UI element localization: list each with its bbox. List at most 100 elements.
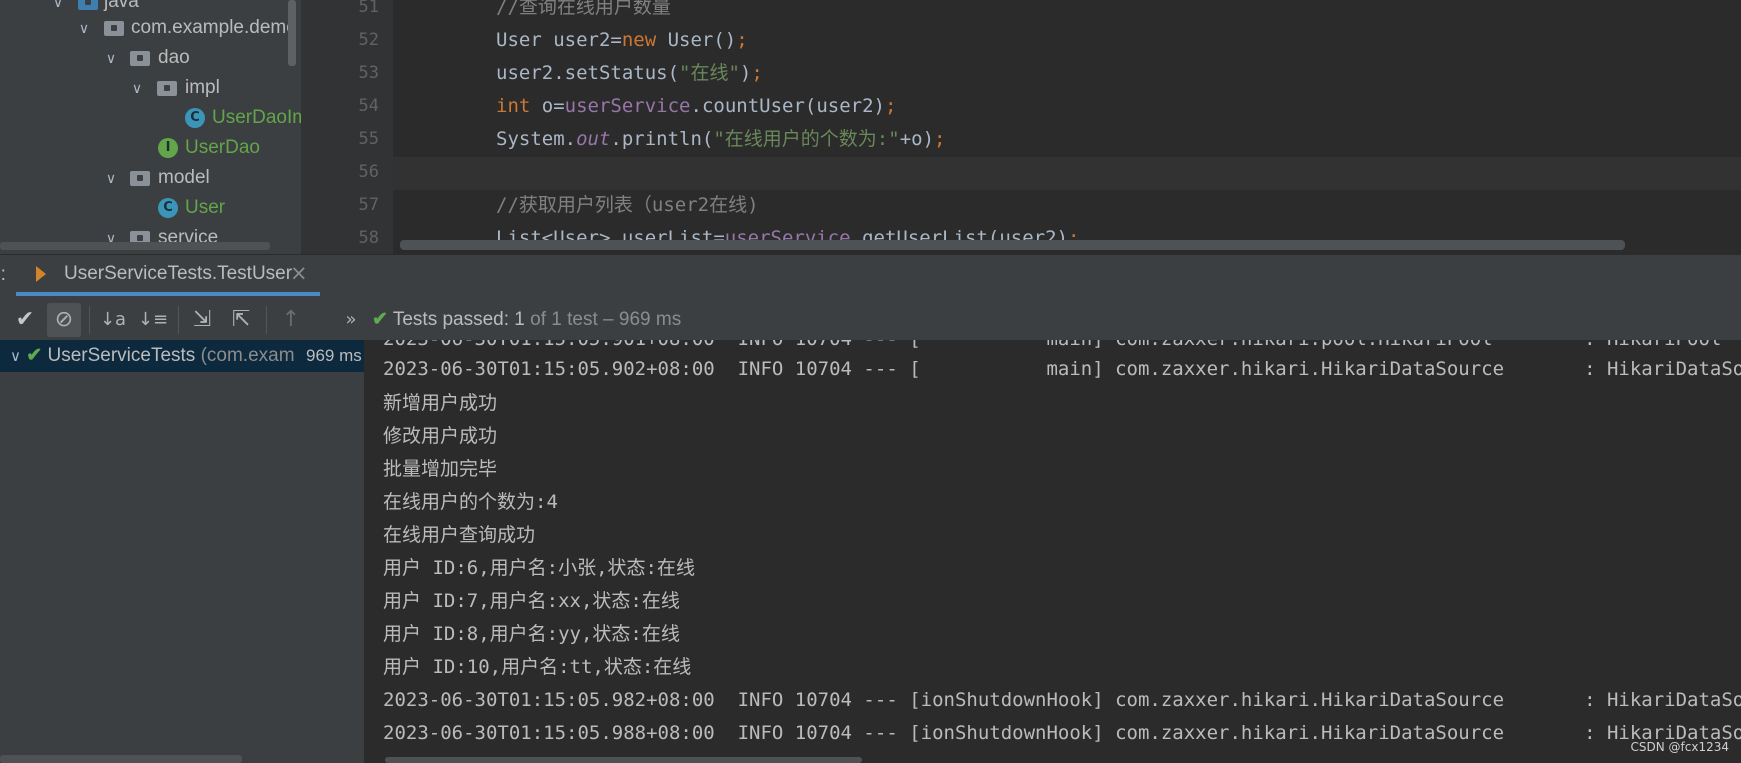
chevron-down-icon[interactable]: ∨ [129,80,145,96]
package-icon [130,171,150,186]
check-icon: ✔ [372,309,388,330]
package-icon [130,51,150,66]
chevron-down-icon[interactable]: ∨ [103,170,119,186]
test-results-tree [0,340,365,763]
toolbar-separator [266,306,267,334]
tree-item-com-example-demo[interactable]: ∨ com.example.demo [0,14,297,42]
code-line[interactable]: User user2=new User(); [496,24,748,57]
tests-status: ✔ Tests passed: 1 of 1 test – 969 ms [372,305,681,335]
console-line: 用户 ID:6,用户名:小张,状态:在线 [383,557,695,579]
chevron-down-icon[interactable]: ∨ [103,50,119,66]
code-text: ) [739,62,752,84]
tree-horizontal-scrollbar[interactable] [0,242,270,250]
line-number: 54 [358,96,379,116]
code-semicolon: ; [934,128,946,150]
collapse-all-icon[interactable]: ⇱ [224,303,258,337]
console-line: 在线用户查询成功 [383,524,536,546]
code-string: "在线用户的个数为:" [713,128,900,150]
code-semicolon: ; [736,29,748,51]
console-line: 用户 ID:8,用户名:yy,状态:在线 [383,623,680,645]
test-class-name: UserServiceTests [47,345,196,366]
code-field: userService [564,95,691,117]
active-tab-indicator [16,292,320,296]
console-line: 用户 ID:7,用户名:xx,状态:在线 [383,590,680,612]
package-icon [104,21,124,36]
code-line[interactable]: user2.setStatus("在线"); [496,57,763,90]
show-passed-icon[interactable]: ✔ [8,303,42,337]
check-icon: ✔ [26,345,43,366]
code-line[interactable]: int o=userService.countUser(user2); [496,90,896,123]
tree-item-userdao[interactable]: I UserDao [0,134,290,162]
tree-item-user[interactable]: C User [0,194,290,222]
console-line: 2023-06-30T01:15:05.901+08:00 INFO 10704… [383,340,1721,354]
chevron-down-icon[interactable]: ∨ [50,0,66,10]
show-ignored-icon[interactable]: ⊘ [47,303,81,337]
class-icon: C [158,198,178,218]
console-line: 2023-06-30T01:15:05.902+08:00 INFO 10704… [383,358,1741,380]
chevron-down-icon[interactable]: ∨ [76,20,92,36]
watermark: CSDN @fcx1234 [1630,740,1730,754]
tree-item-impl[interactable]: ∨ impl [0,74,290,102]
test-runner-toolbar [0,300,1741,340]
previous-failed-test-icon[interactable]: ↑ [274,303,308,337]
console-line: 2023-06-30T01:15:05.988+08:00 INFO 10704… [383,722,1741,744]
sort-by-duration-icon[interactable]: ↓≡ [136,303,170,337]
tree-item-label: UserDaoImpl [212,107,301,128]
chevron-down-icon[interactable]: ∨ [10,348,21,365]
expand-all-icon[interactable]: ⇲ [185,303,219,337]
test-class-package: (com.exam [195,345,295,366]
code-keyword: int [496,95,531,117]
code-text: .println( [610,128,714,150]
code-static-field: out [576,128,611,150]
tree-item-label: User [185,197,226,218]
sort-alphabetically-icon[interactable]: ↓a [96,303,130,337]
tests-status-summary: Tests passed: 1 [392,309,525,330]
console-line: 用户 ID:10,用户名:tt,状态:在线 [383,656,692,678]
code-text: user2.setStatus( [496,62,680,84]
console-line: 批量增加完毕 [383,458,498,480]
code-string: "在线" [679,62,740,84]
code-comment: //获取用户列表（user2在线) [496,194,759,216]
editor-gutter: 51 52 53 54 55 56 57 58 [301,0,394,254]
code-text: o= [530,95,565,117]
line-number: 52 [358,30,379,50]
tree-item-label: impl [185,77,220,98]
console-line: 新增用户成功 [383,392,498,414]
line-number: 56 [358,162,379,182]
close-icon[interactable]: × [290,261,308,285]
more-actions-icon[interactable]: » [334,303,368,337]
tree-item-dao[interactable]: ∨ dao [0,44,290,72]
test-tree-horizontal-scrollbar[interactable] [0,755,242,763]
run-window-label: n: [0,264,6,285]
code-text: User() [656,29,737,51]
tree-item-model[interactable]: ∨ model [0,164,290,192]
code-line[interactable]: //获取用户列表（user2在线) [496,189,759,222]
code-editor[interactable]: //查询在线用户数量 User user2=new User(); user2.… [393,0,1741,254]
toolbar-separator [89,306,90,334]
package-icon [157,81,177,96]
code-semicolon: ; [884,95,897,117]
code-keyword: new [621,29,657,51]
console-horizontal-scrollbar[interactable] [385,757,862,763]
tree-item-label: com.example.demo [131,17,297,38]
code-line[interactable]: System.out.println("在线用户的个数为:"+o); [496,123,945,156]
tree-item-userdaoimpl[interactable]: C UserDaoImpl [0,104,301,132]
code-text: System. [496,128,577,150]
console-line: 2023-06-30T01:15:05.982+08:00 INFO 10704… [383,689,1741,711]
tree-vertical-scrollbar[interactable] [288,0,296,66]
line-number: 58 [358,228,379,248]
toolbar-separator [178,306,179,334]
tree-item-label: dao [158,47,190,68]
line-number: 57 [358,195,379,215]
editor-horizontal-scrollbar[interactable] [400,240,1625,250]
console-output[interactable]: 2023-06-30T01:15:05.901+08:00 INFO 10704… [365,340,1741,763]
tests-status-detail: of 1 test – 969 ms [524,309,682,330]
code-text: User user2= [496,29,622,51]
current-line-highlight [393,157,1741,190]
tab-label[interactable]: UserServiceTests.TestUser [64,263,292,285]
project-tree: ∨ java ∨ com.example.demo ∨ dao ∨ impl C… [0,0,301,254]
code-line[interactable]: //查询在线用户数量 [496,0,671,24]
tree-item-label: UserDao [185,137,260,158]
console-line: 在线用户的个数为:4 [383,491,558,513]
line-number: 51 [358,0,379,17]
